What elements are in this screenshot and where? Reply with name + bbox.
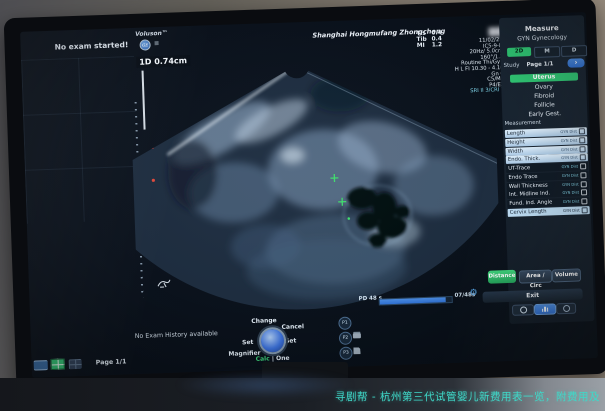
study-label: Study [503, 62, 519, 69]
page-indicator: Page 1/1 [96, 358, 127, 366]
checkbox[interactable] [581, 181, 587, 187]
exam-history-note: No Exam History available [135, 330, 218, 340]
ultrasound-screen: No exam started! Voluson™ GE 1D 0.74cm ▸… [20, 12, 598, 378]
chart-icon [542, 307, 549, 312]
checkbox[interactable] [580, 172, 586, 178]
checkbox[interactable] [580, 163, 586, 169]
keyboard-layout-button[interactable] [34, 360, 48, 370]
keyboard-glow [175, 372, 355, 398]
checkbox[interactable] [582, 207, 588, 213]
grid-layout-button[interactable] [69, 359, 82, 369]
trackball-hint-set-left: Set [242, 339, 254, 346]
checkbox[interactable] [579, 146, 585, 152]
video-caption: 寻剧帮 - 杭州第三代试管婴儿新费用表一览，附费用及 [335, 389, 600, 404]
trackball-hint-set-right: Set [285, 337, 297, 344]
ge-logo-icon: GE [139, 39, 150, 50]
checkbox[interactable] [581, 189, 587, 195]
probe-orientation-icon [155, 276, 173, 291]
exam-status: No exam started! [54, 40, 128, 52]
distance-tool-button[interactable]: Distance [488, 270, 516, 284]
trackball-hint-change: Change [251, 317, 277, 325]
tab-2d[interactable]: 2D [507, 47, 531, 57]
ultrasound-image [129, 53, 502, 318]
ultrasound-monitor: No exam started! Voluson™ GE 1D 0.74cm ▸… [4, 0, 605, 394]
tab-m[interactable]: M [534, 46, 560, 58]
photo-scene: No exam started! Voluson™ GE 1D 0.74cm ▸… [0, 0, 605, 411]
grid-layout-active-button[interactable] [51, 359, 65, 370]
trackball-hint-cancel: Cancel [281, 323, 304, 331]
trackball-indicator-icon [259, 327, 287, 355]
checkbox[interactable] [581, 198, 587, 204]
tab-d[interactable]: D [561, 45, 587, 57]
printer-icon [353, 333, 361, 338]
pkey-3-button[interactable]: P3 [339, 346, 352, 359]
checkbox[interactable] [579, 137, 585, 143]
area-circ-tool-button[interactable]: Area / Circ [519, 269, 552, 283]
study-page-indicator: Page 1/1 [526, 61, 553, 68]
pkey-1-button[interactable]: P1 [338, 316, 351, 329]
gear-icon[interactable]: ⚙ [469, 288, 477, 298]
measurement-section-label: Measurement [505, 120, 542, 127]
save-disk-icon [353, 347, 360, 354]
pkey-2-button[interactable]: P2 [339, 331, 352, 344]
clock-icon [519, 306, 526, 313]
worksheet-view-button[interactable] [534, 303, 556, 315]
circle-icon [562, 305, 569, 312]
checkbox[interactable] [579, 128, 585, 134]
study-next-page-button[interactable]: › [567, 58, 584, 68]
history-view-button[interactable] [512, 304, 534, 316]
checkbox[interactable] [580, 154, 586, 160]
brand-label: Voluson™ [135, 30, 168, 38]
report-view-button[interactable] [556, 303, 576, 315]
volume-tool-button[interactable]: Volume [552, 268, 581, 282]
brand-mark-icon [155, 41, 159, 45]
report-grid [21, 56, 140, 224]
